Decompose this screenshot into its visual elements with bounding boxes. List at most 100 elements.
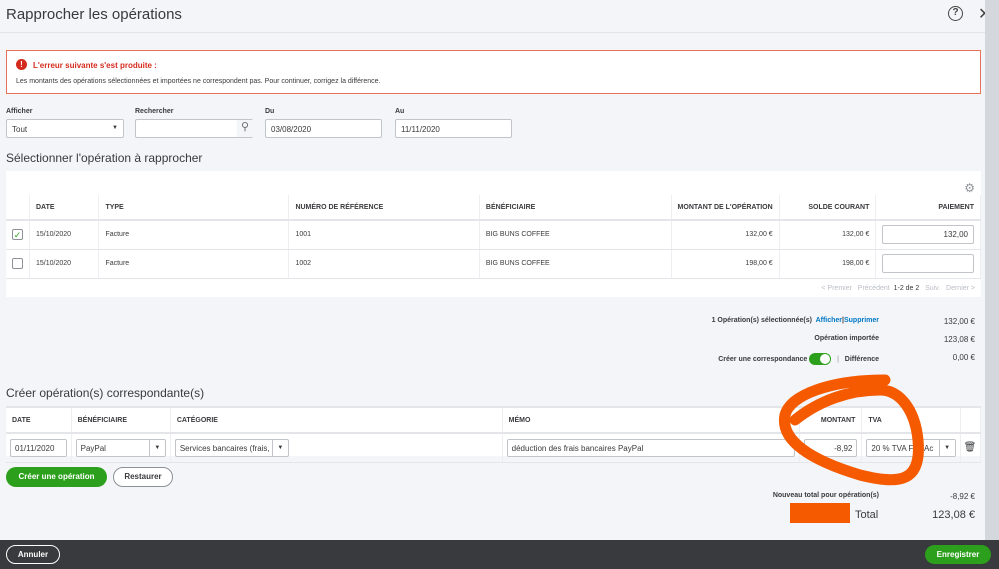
cell-payee: BIG BUNS COFFEE bbox=[479, 249, 672, 279]
payment-input[interactable] bbox=[882, 254, 974, 273]
cancel-button[interactable]: Annuler bbox=[6, 545, 60, 564]
page-last[interactable]: Dernier > bbox=[946, 285, 975, 292]
search-label: Rechercher bbox=[135, 108, 174, 115]
payment-input[interactable]: 132,00 bbox=[882, 225, 974, 245]
imported-label: Opération importée bbox=[814, 335, 879, 342]
save-button[interactable]: Enregistrer bbox=[925, 545, 991, 564]
dialog-title: Rapprocher les opérations bbox=[6, 6, 182, 23]
show-link[interactable]: Afficher bbox=[816, 317, 842, 324]
category-select[interactable]: Services bancaires (frais, ▼ bbox=[174, 438, 289, 457]
tva-value: 20 % TVA FR (Ac bbox=[871, 443, 934, 453]
table-header: DATE TYPE NUMÉRO DE RÉFÉRENCE BÉNÉFICIAI… bbox=[6, 195, 981, 221]
memo-input[interactable]: déduction des frais bancaires PayPal bbox=[506, 438, 796, 457]
cell-balance: 132,00 € bbox=[779, 220, 877, 250]
search-input[interactable] bbox=[135, 119, 253, 138]
page-prev[interactable]: Précédent bbox=[858, 285, 890, 292]
table-row[interactable]: 15/10/2020 Facture 1002 BIG BUNS COFFEE … bbox=[6, 249, 981, 279]
annotation-redaction bbox=[790, 503, 850, 523]
create-match-label: Créer une correspondance bbox=[718, 355, 808, 363]
selected-count: 1 Opération(s) sélectionnée(s) bbox=[711, 317, 812, 324]
gear-icon[interactable]: ⚙ bbox=[964, 181, 975, 195]
page-range: 1-2 de 2 bbox=[893, 285, 920, 292]
reset-button[interactable]: Restaurer bbox=[113, 467, 173, 487]
error-banner: ! L'erreur suivante s'est produite : Les… bbox=[6, 50, 981, 94]
error-message: Les montants des opérations sélectionnée… bbox=[16, 78, 381, 85]
col-type[interactable]: TYPE bbox=[98, 195, 290, 221]
tva-select[interactable]: 20 % TVA FR (Ac ▼ bbox=[866, 438, 956, 457]
table-row[interactable]: ✓ 15/10/2020 Facture 1001 BIG BUNS COFFE… bbox=[6, 220, 981, 250]
cell-payee: BIG BUNS COFFEE bbox=[479, 220, 672, 250]
col-amount[interactable]: MONTANT DE L'OPÉRATION bbox=[671, 195, 780, 221]
from-date-input[interactable]: 03/08/2020 bbox=[265, 119, 382, 138]
create-section-title: Créer opération(s) correspondante(s) bbox=[6, 386, 205, 400]
total-value: 123,08 € bbox=[932, 509, 975, 521]
show-value: Tout bbox=[12, 125, 28, 134]
footer-bar: Annuler Enregistrer bbox=[0, 540, 999, 569]
col-payee[interactable]: BÉNÉFICIAIRE bbox=[479, 195, 672, 221]
date-input[interactable]: 01/11/2020 bbox=[10, 438, 67, 457]
create-table: DATE BÉNÉFICIAIRE CATÉGORIE MÉMO MONTANT… bbox=[6, 408, 982, 463]
selected-summary: 1 Opération(s) sélectionnée(s) Afficher|… bbox=[712, 317, 879, 324]
search-icon[interactable]: ⚲ bbox=[237, 120, 253, 137]
page-first[interactable]: < Premier bbox=[821, 285, 852, 292]
chevron-down-icon: ▼ bbox=[938, 439, 955, 456]
col-tva: TVA bbox=[861, 408, 961, 434]
error-heading: L'erreur suivante s'est produite : bbox=[33, 61, 157, 70]
show-label: Afficher bbox=[6, 108, 33, 115]
create-operation-button[interactable]: Créer une opération bbox=[6, 467, 107, 487]
row-checkbox-checked[interactable]: ✓ bbox=[12, 229, 23, 241]
to-label: Au bbox=[395, 108, 405, 115]
cell-type: Facture bbox=[98, 220, 290, 250]
from-label: Du bbox=[265, 108, 275, 115]
to-date-input[interactable]: 11/11/2020 bbox=[395, 119, 512, 138]
col-balance[interactable]: SOLDE COURANT bbox=[779, 195, 877, 221]
amount-input[interactable]: -8,92 bbox=[804, 438, 858, 457]
new-total-value: -8,92 € bbox=[950, 492, 975, 501]
chevron-down-icon: ▼ bbox=[148, 439, 165, 456]
col-payee: BÉNÉFICIAIRE bbox=[71, 408, 171, 434]
cell-date: 15/10/2020 bbox=[29, 249, 100, 279]
chevron-down-icon: ▼ bbox=[271, 439, 288, 456]
difference-label: Différence bbox=[844, 355, 879, 363]
imported-value: 123,08 € bbox=[943, 335, 975, 344]
create-match-toggle[interactable] bbox=[809, 353, 832, 365]
cell-date: 15/10/2020 bbox=[29, 220, 100, 250]
new-total-label: Nouveau total pour opération(s) bbox=[772, 492, 879, 499]
help-circle-icon[interactable]: ? bbox=[948, 6, 963, 21]
selected-value: 132,00 € bbox=[943, 317, 975, 326]
show-select[interactable]: Tout ▼ bbox=[6, 119, 124, 138]
payee-value: PayPal bbox=[80, 443, 106, 453]
difference-value: 0,00 € bbox=[952, 353, 975, 362]
alert-icon: ! bbox=[16, 59, 27, 70]
cell-ref: 1001 bbox=[288, 220, 480, 250]
col-ref[interactable]: NUMÉRO DE RÉFÉRENCE bbox=[288, 195, 480, 221]
divider bbox=[0, 32, 985, 33]
payee-select[interactable]: PayPal ▼ bbox=[75, 438, 166, 457]
delete-link[interactable]: Supprimer bbox=[844, 317, 879, 324]
match-table-panel: ⚙ DATE TYPE NUMÉRO DE RÉFÉRENCE BÉNÉFICI… bbox=[6, 171, 981, 297]
cell-amount: 198,00 € bbox=[671, 249, 780, 279]
select-section-title: Sélectionner l'opération à rapprocher bbox=[6, 151, 203, 165]
page-next[interactable]: Suiv. bbox=[925, 285, 940, 292]
trash-icon[interactable]: 🗑 bbox=[960, 433, 982, 463]
pagination: < Premier Précédent 1-2 de 2 Suiv. Derni… bbox=[821, 285, 975, 292]
col-amount: MONTANT bbox=[799, 408, 863, 434]
row-checkbox[interactable] bbox=[12, 258, 23, 269]
col-payment[interactable]: PAIEMENT bbox=[875, 195, 981, 221]
col-date: DATE bbox=[6, 408, 72, 434]
table-row: 01/11/2020 PayPal ▼ Services bancaires (f… bbox=[6, 433, 982, 463]
scrollbar[interactable] bbox=[985, 0, 999, 540]
cell-ref: 1002 bbox=[288, 249, 480, 279]
col-date[interactable]: DATE bbox=[29, 195, 100, 221]
match-table: DATE TYPE NUMÉRO DE RÉFÉRENCE BÉNÉFICIAI… bbox=[6, 195, 981, 279]
cell-amount: 132,00 € bbox=[671, 220, 780, 250]
cell-type: Facture bbox=[98, 249, 290, 279]
total-label: Total bbox=[855, 509, 879, 521]
create-table-panel: DATE BÉNÉFICIAIRE CATÉGORIE MÉMO MONTANT… bbox=[6, 406, 982, 463]
match-row: Créer une correspondance | Différence bbox=[718, 353, 879, 365]
chevron-down-icon: ▼ bbox=[112, 125, 118, 131]
col-memo: MÉMO bbox=[502, 408, 801, 434]
col-category: CATÉGORIE bbox=[170, 408, 503, 434]
cell-balance: 198,00 € bbox=[779, 249, 877, 279]
category-value: Services bancaires (frais, bbox=[179, 443, 270, 453]
